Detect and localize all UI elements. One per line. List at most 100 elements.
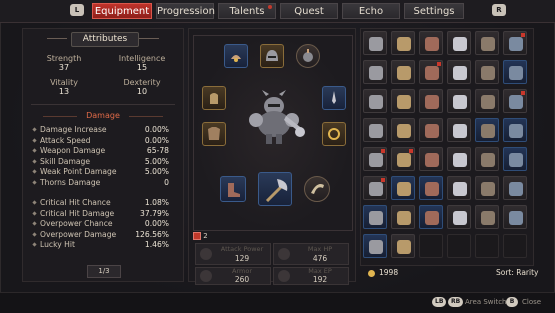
inventory-item-slot[interactable] [363, 147, 387, 171]
inventory-item-slot[interactable] [447, 89, 471, 113]
inventory-item-slot[interactable] [419, 147, 443, 171]
inventory-item-slot[interactable] [419, 205, 443, 229]
offhand-slot[interactable] [304, 176, 330, 202]
gem-counter: 2 [193, 232, 208, 240]
item-icon [481, 153, 495, 167]
ring-right-slot[interactable] [322, 122, 346, 146]
inventory-item-slot[interactable] [503, 205, 527, 229]
inventory-slot-empty[interactable] [503, 234, 527, 258]
stat-row-label: Attack Speed [40, 135, 91, 145]
inventory-item-slot[interactable] [447, 147, 471, 171]
inventory-item-slot[interactable] [447, 31, 471, 55]
rb-button-icon[interactable]: R [492, 4, 506, 16]
main-weapon-slot[interactable] [258, 172, 292, 206]
inventory-item-slot[interactable] [391, 234, 415, 258]
tab-quest[interactable]: Quest [280, 3, 338, 19]
inventory-item-slot[interactable] [475, 60, 499, 84]
inventory-item-slot[interactable] [475, 118, 499, 142]
inventory-item-slot[interactable] [503, 60, 527, 84]
gloves-slot[interactable] [202, 86, 226, 110]
stat-value: 260 [234, 275, 250, 284]
page-indicator[interactable]: 1/3 [87, 265, 121, 278]
inventory-item-slot[interactable] [391, 205, 415, 229]
inventory-item-slot[interactable] [363, 118, 387, 142]
inventory-item-slot[interactable] [391, 176, 415, 200]
tab-echo[interactable]: Echo [342, 3, 400, 19]
item-icon [509, 153, 523, 167]
inventory-item-slot[interactable] [475, 205, 499, 229]
item-icon [453, 153, 467, 167]
bullet-icon [32, 137, 37, 143]
stat-row: Thorns Damage 0 [32, 178, 169, 188]
inventory-item-slot[interactable] [447, 118, 471, 142]
inventory-item-slot[interactable] [391, 147, 415, 171]
gold-amount: 1998 [379, 268, 399, 277]
stat-row-value: 0.00% [144, 125, 169, 134]
item-icon [425, 95, 439, 109]
inventory-item-slot[interactable] [363, 205, 387, 229]
inventory-item-slot[interactable] [475, 176, 499, 200]
inventory-item-slot[interactable] [503, 31, 527, 55]
inventory-item-slot[interactable] [363, 234, 387, 258]
item-icon [481, 124, 495, 138]
inventory-slot-empty[interactable] [475, 234, 499, 258]
inventory-item-slot[interactable] [475, 89, 499, 113]
item-icon [397, 153, 411, 167]
inventory-item-slot[interactable] [391, 31, 415, 55]
tab-progression[interactable]: Progression [156, 3, 215, 19]
tab-equipment[interactable]: Equipment [92, 3, 152, 19]
stat-row: Overpower Chance 0.00% [32, 219, 169, 229]
inventory-item-slot[interactable] [447, 176, 471, 200]
inventory-item-slot[interactable] [391, 118, 415, 142]
weapon-offhand-slot[interactable] [322, 86, 346, 110]
item-icon [481, 66, 495, 80]
inventory-item-slot[interactable] [363, 60, 387, 84]
max-ep-stat: Max EP 192 [273, 267, 349, 285]
inventory-slot-empty[interactable] [447, 234, 471, 258]
inventory-slot-empty[interactable] [419, 234, 443, 258]
tab-settings[interactable]: Settings [404, 3, 464, 19]
equipment-display [193, 35, 353, 231]
inventory-item-slot[interactable] [363, 31, 387, 55]
intelligence-value: 15 [136, 63, 148, 72]
sort-button[interactable]: Sort: Rarity [496, 268, 538, 277]
inventory-item-slot[interactable] [447, 60, 471, 84]
inventory-item-slot[interactable] [391, 60, 415, 84]
inventory-item-slot[interactable] [447, 205, 471, 229]
attributes-title: Attributes [71, 32, 139, 47]
inventory-item-slot[interactable] [475, 147, 499, 171]
stat-row-value: 37.79% [140, 208, 169, 218]
lb-button-icon[interactable]: L [70, 4, 84, 16]
area-switch-hint[interactable]: Area Switch [465, 298, 506, 306]
boots-slot[interactable] [220, 176, 246, 202]
inventory-item-slot[interactable] [503, 176, 527, 200]
inventory-item-slot[interactable] [391, 89, 415, 113]
chest-armor-slot[interactable] [202, 122, 226, 146]
amulet-slot[interactable] [224, 44, 248, 68]
inventory-item-slot[interactable] [419, 89, 443, 113]
item-icon [397, 124, 411, 138]
stat-row-label: Skill Damage [40, 156, 91, 166]
stat-row-value: 0.00% [144, 135, 169, 145]
notification-dot-icon [268, 5, 272, 9]
inventory-item-slot[interactable] [503, 89, 527, 113]
inventory-item-slot[interactable] [503, 147, 527, 171]
helmet-slot[interactable] [260, 44, 284, 68]
inventory-item-slot[interactable] [363, 89, 387, 113]
vitality-label: Vitality [50, 78, 78, 87]
inventory-item-slot[interactable] [363, 176, 387, 200]
inventory-item-slot[interactable] [419, 118, 443, 142]
inventory-item-slot[interactable] [503, 118, 527, 142]
bullet-icon [32, 127, 37, 132]
inventory-item-slot[interactable] [419, 31, 443, 55]
dexterity-value: 10 [136, 87, 148, 96]
ring-slot[interactable] [296, 44, 320, 68]
item-icon [369, 153, 383, 167]
inventory-item-slot[interactable] [475, 31, 499, 55]
inventory-item-slot[interactable] [419, 176, 443, 200]
tab-talents[interactable]: Talents [218, 3, 276, 19]
stat-row-value: 1.08% [144, 198, 169, 207]
inventory-item-slot[interactable] [419, 60, 443, 84]
item-icon [397, 66, 411, 80]
close-hint[interactable]: Close [522, 298, 541, 306]
